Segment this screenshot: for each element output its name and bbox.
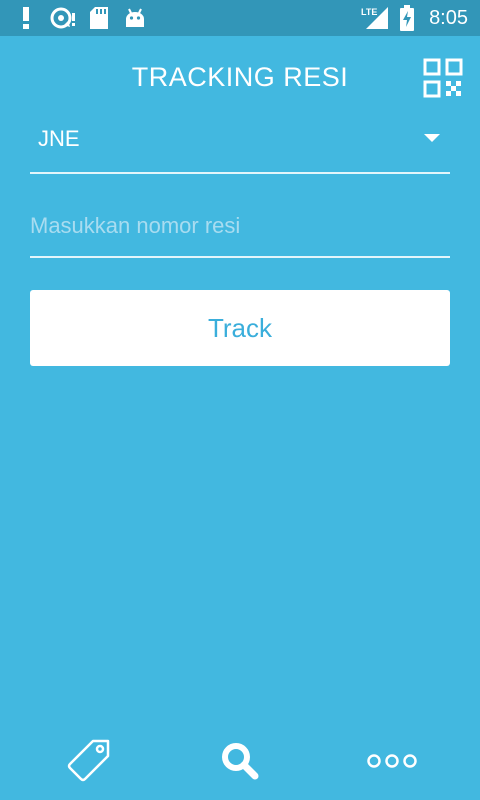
bottom-navigation (0, 722, 480, 800)
more-icon (367, 754, 417, 768)
battery-charging-icon (398, 0, 416, 36)
resi-number-input[interactable] (30, 196, 450, 258)
track-button[interactable]: Track (30, 290, 450, 366)
signal-icon: LTE (360, 0, 390, 36)
sync-icon (50, 0, 76, 36)
courier-selected-value: JNE (38, 126, 80, 151)
courier-dropdown[interactable]: JNE (30, 118, 450, 174)
app-header: TRACKING RESI (0, 36, 480, 122)
alert-icon (16, 0, 36, 36)
nav-item-more[interactable] (332, 722, 452, 800)
qr-code-icon (423, 58, 463, 98)
clock: 8:05 (429, 7, 468, 29)
nav-item-tags[interactable] (30, 722, 150, 800)
nav-item-search[interactable] (180, 722, 300, 800)
dropdown-arrow-icon (424, 134, 440, 142)
tag-icon (67, 739, 110, 782)
page-title: TRACKING RESI (131, 62, 349, 92)
sd-card-icon (88, 0, 110, 36)
qr-scan-button[interactable] (423, 58, 463, 98)
android-icon (124, 0, 146, 36)
search-icon (222, 743, 259, 780)
status-bar: LTE 8:05 (0, 0, 480, 36)
network-label: LTE (361, 7, 377, 17)
